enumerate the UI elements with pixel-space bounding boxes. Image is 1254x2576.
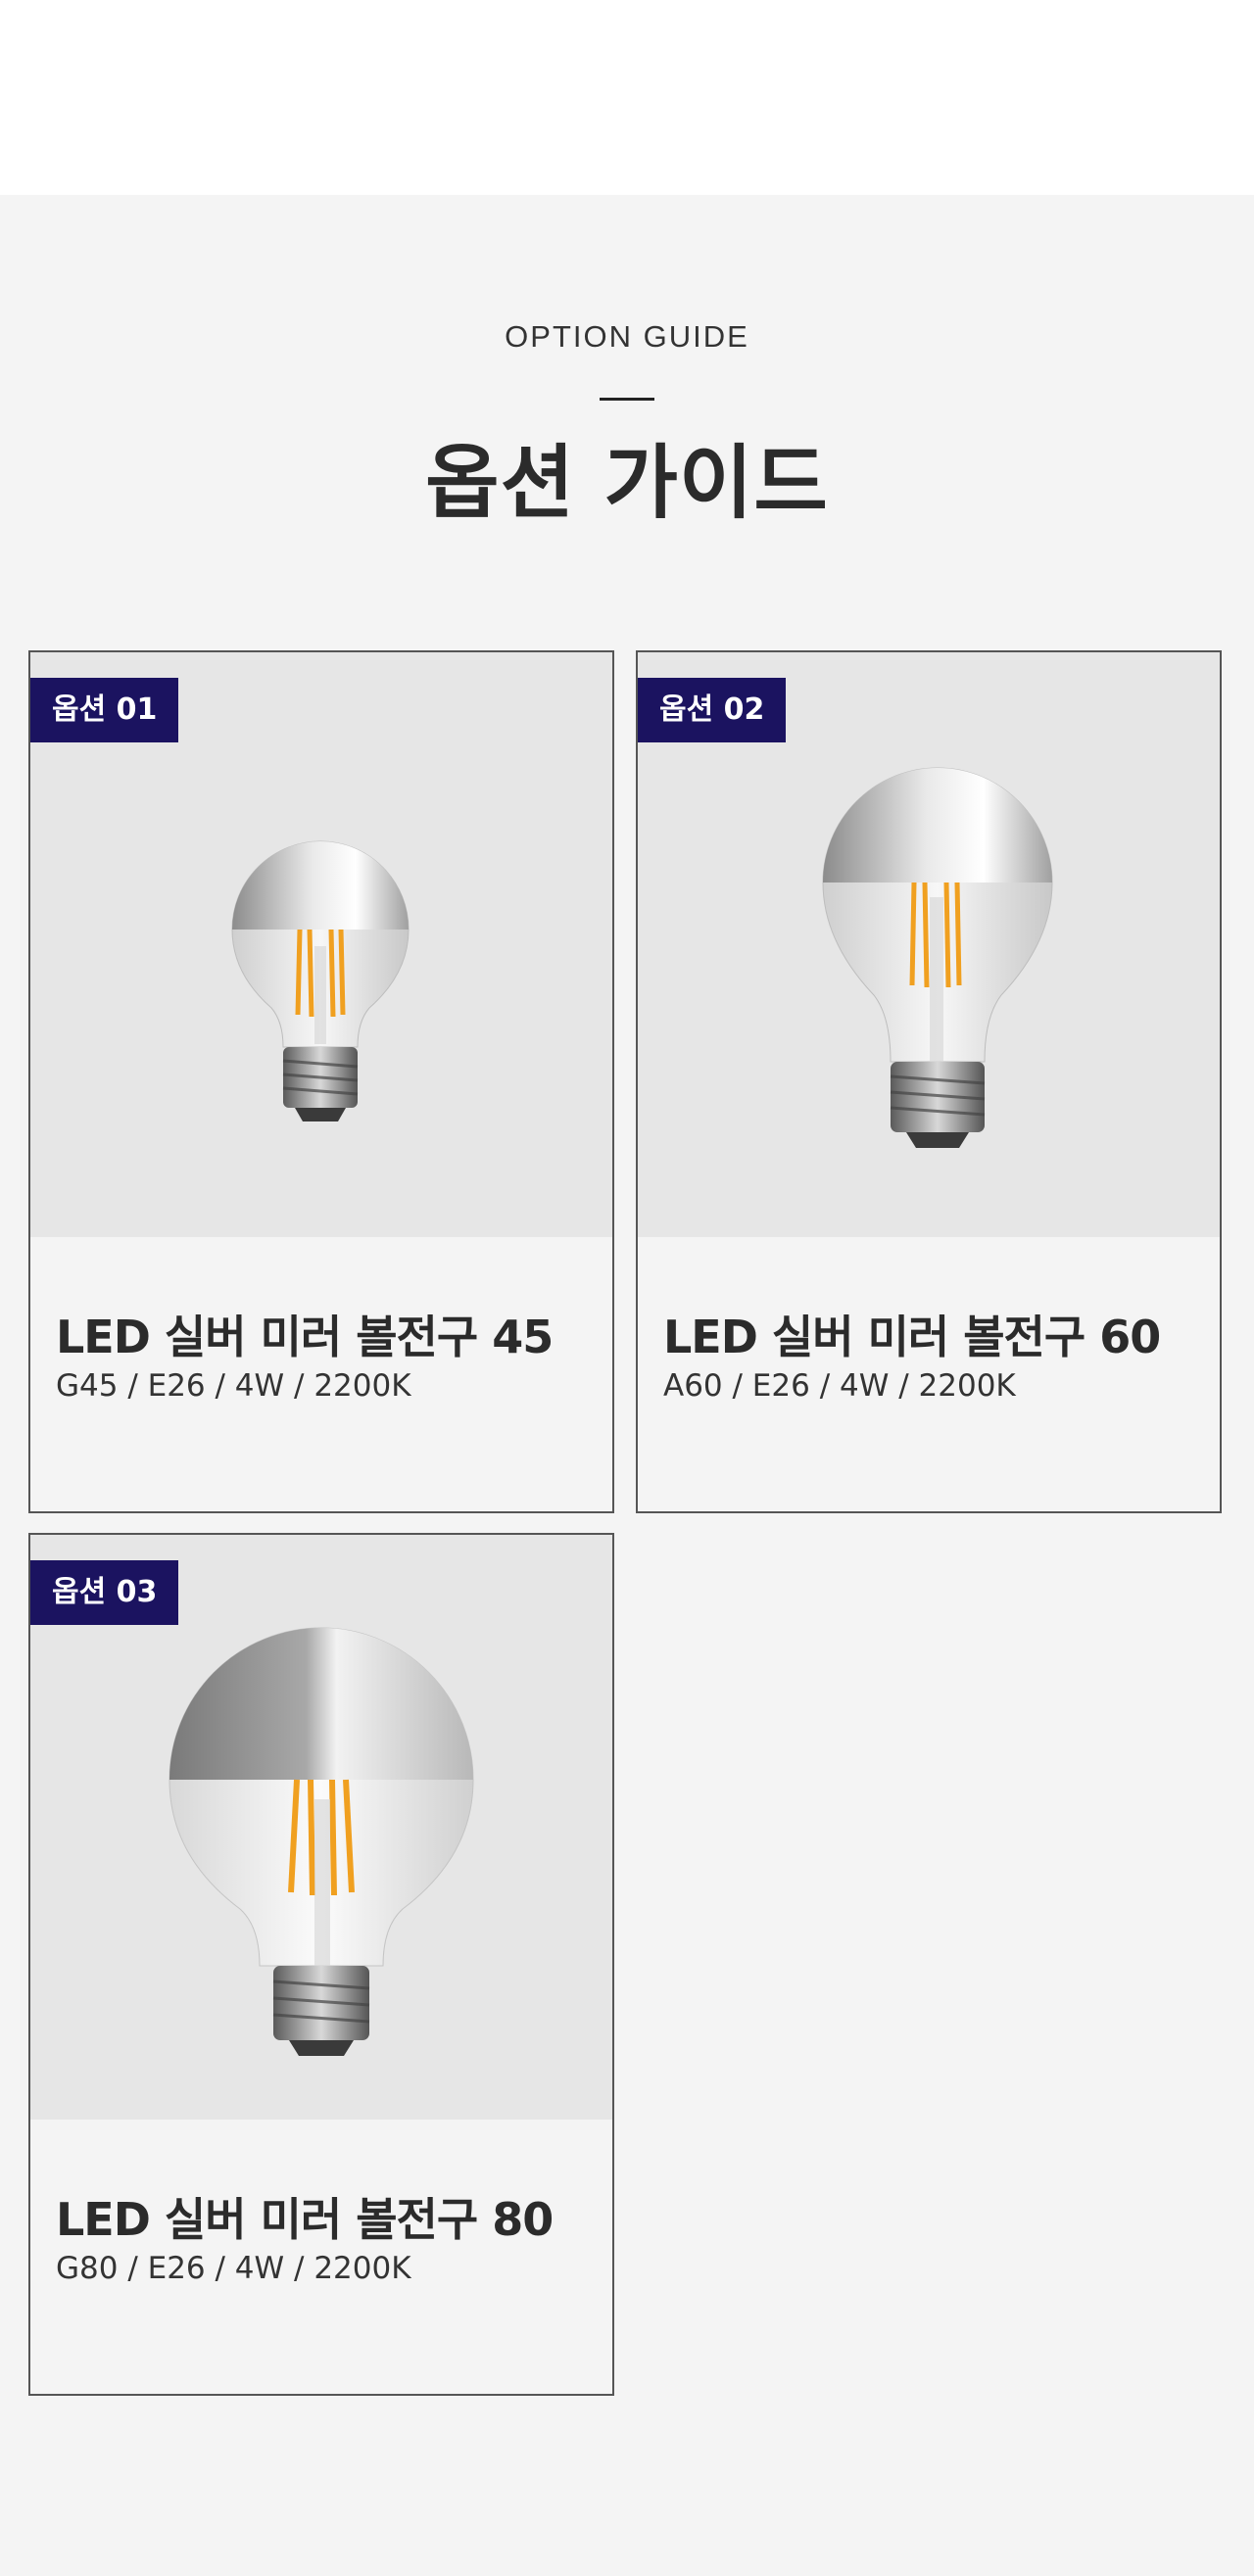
option-spec-02: A60 / E26 / 4W / 2200K — [663, 1368, 1016, 1404]
option-card-01[interactable]: 옵션 01 LED 실버 미러 볼전구 45 G45 / E26 / 4W / … — [28, 650, 614, 1513]
option-info-03: LED 실버 미러 볼전구 80 G80 / E26 / 4W / 2200K — [30, 2120, 612, 2394]
option-badge-03: 옵션 03 — [30, 1560, 179, 1625]
option-card-03[interactable]: 옵션 03 LED 실버 미러 볼전구 80 G80 / E26 / 4W / … — [28, 1533, 614, 2396]
option-spec-03: G80 / E26 / 4W / 2200K — [56, 2251, 411, 2286]
option-name-02: LED 실버 미러 볼전구 60 — [663, 1311, 1161, 1363]
option-name-01: LED 실버 미러 볼전구 45 — [56, 1311, 554, 1363]
option-info-02: LED 실버 미러 볼전구 60 A60 / E26 / 4W / 2200K — [638, 1237, 1220, 1511]
section-title: 옵션 가이드 — [425, 437, 829, 530]
option-name-03: LED 실버 미러 볼전구 80 — [56, 2193, 554, 2246]
option-badge-01: 옵션 01 — [30, 678, 179, 742]
option-badge-02: 옵션 02 — [638, 678, 787, 742]
section-eyebrow: OPTION GUIDE — [505, 319, 749, 354]
top-spacer — [0, 0, 1254, 195]
option-spec-01: G45 / E26 / 4W / 2200K — [56, 1368, 411, 1404]
option-info-01: LED 실버 미러 볼전구 45 G45 / E26 / 4W / 2200K — [30, 1237, 612, 1511]
title-divider — [600, 398, 654, 401]
option-card-02[interactable]: 옵션 02 LED 실버 미러 볼전구 60 A60 / E26 / 4W / … — [636, 650, 1222, 1513]
